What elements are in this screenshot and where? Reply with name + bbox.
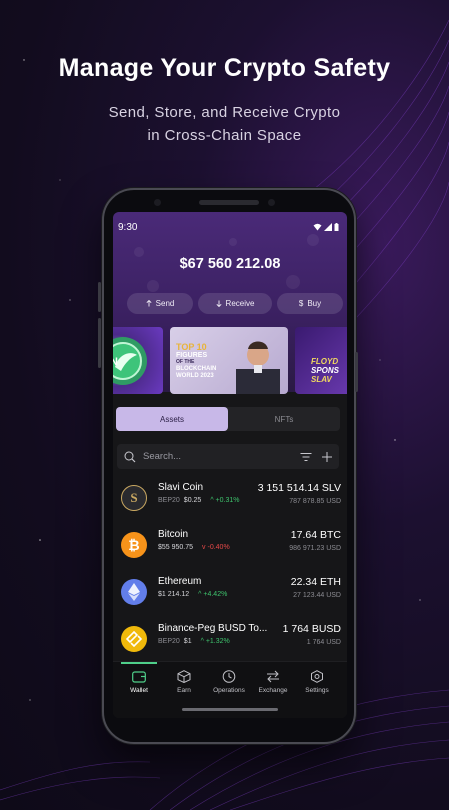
busd-icon [121, 626, 147, 652]
filter-icon[interactable] [300, 452, 312, 462]
asset-amount: 17.64 BTC [290, 529, 341, 541]
bottom-nav: Wallet Earn Operations Exchange Settings [113, 661, 347, 718]
slavi-coin-icon: S [121, 485, 147, 511]
wallet-actions: Send Receive $ Buy [127, 293, 343, 314]
search-bar[interactable]: Search... [117, 444, 339, 469]
buy-button[interactable]: $ Buy [277, 293, 343, 314]
asset-name: Slavi Coin [158, 482, 204, 493]
asset-meta: $1 214.12 ^ +4.42% [158, 591, 227, 598]
asset-price: $55 950.75 [158, 544, 194, 551]
search-icon [124, 451, 136, 462]
asset-amount: 1 764 BUSD [282, 623, 341, 635]
app-screen: 9:30 $67 560 212.08 Send Receive $ Buy N… [113, 212, 347, 718]
promo-banner-floyd[interactable]: FLOYD SPONS SLAV [295, 327, 347, 394]
promo-headline: Manage Your Crypto Safety [58, 54, 391, 82]
dollar-icon: $ [298, 299, 304, 308]
nav-operations[interactable]: Operations [207, 670, 251, 694]
receive-button[interactable]: Receive [198, 293, 272, 314]
nav-settings[interactable]: Settings [295, 670, 339, 694]
bitcoin-icon: ₿ [121, 532, 147, 558]
front-camera [154, 199, 161, 206]
tab-assets[interactable]: Assets [116, 407, 228, 431]
phone-side-button [98, 282, 101, 312]
asset-meta: $55 950.75 v -0.40% [158, 544, 230, 551]
asset-amount: 22.34 ETH [290, 576, 341, 588]
front-sensor [268, 199, 275, 206]
add-icon[interactable] [322, 451, 332, 462]
slavi-coin-3d-icon: IN [113, 337, 147, 385]
floyd-text: FLOYD SPONS SLAV [311, 357, 339, 384]
assets-nfts-toggle: Assets NFTs [116, 407, 340, 431]
asset-usd-value: 787 878.85 USD [289, 498, 341, 505]
status-icons [313, 223, 339, 231]
asset-network: BEP20 [158, 638, 180, 645]
nav-settings-label: Settings [305, 687, 329, 694]
active-tab-indicator [121, 662, 157, 664]
asset-usd-value: 1 764 USD [306, 639, 341, 646]
ethereum-icon [121, 579, 147, 605]
asset-name: Bitcoin [158, 529, 189, 540]
arrow-up-icon [146, 300, 152, 307]
nav-exchange-label: Exchange [258, 687, 288, 694]
asset-network: BEP20 [158, 497, 180, 504]
promo-banner-top10[interactable]: TOP 10 FIGURES OF THE BLOCKCHAIN WORLD 2… [170, 327, 288, 394]
asset-amount: 3 151 514.14 SLV [257, 482, 341, 494]
asset-change: ^ +0.31% [210, 497, 240, 504]
promo-subline-1: Send, Store, and Receive Crypto [108, 104, 341, 121]
asset-row[interactable]: Binance-Peg BUSD To... BEP20 $1 ^ +1.32%… [121, 621, 341, 655]
promo-subline-2: in Cross-Chain Space [147, 127, 302, 144]
nav-operations-label: Operations [213, 687, 245, 694]
asset-name: Binance-Peg BUSD To... [158, 623, 268, 634]
asset-usd-value: 986 971.23 USD [289, 545, 341, 552]
home-indicator [182, 708, 278, 711]
wifi-icon [313, 223, 322, 231]
exchange-icon [267, 670, 279, 683]
nav-earn-label: Earn [177, 687, 191, 694]
send-button[interactable]: Send [127, 293, 193, 314]
buy-label: Buy [307, 299, 322, 308]
floyd-line1: FLOYD [311, 357, 339, 366]
arrow-down-icon [216, 300, 222, 307]
floyd-line3: SLAV [311, 375, 332, 384]
nav-wallet[interactable]: Wallet [117, 670, 161, 694]
total-balance: $67 560 212.08 [179, 256, 281, 272]
nav-earn[interactable]: Earn [162, 670, 206, 694]
gear-icon [311, 670, 323, 683]
phone-side-button [355, 352, 358, 392]
asset-change: v -0.40% [202, 544, 230, 551]
status-time: 9:30 [118, 222, 138, 233]
search-input[interactable]: Search... [143, 451, 300, 462]
asset-row[interactable]: S Slavi Coin BEP20 $0.25 ^ +0.31% 3 151 … [121, 480, 341, 514]
signal-icon [324, 223, 332, 231]
asset-row[interactable]: Ethereum $1 214.12 ^ +4.42% 22.34 ETH 27… [121, 574, 341, 608]
promo-subline: Send, Store, and Receive Crypto in Cross… [0, 101, 449, 147]
asset-price: $0.25 [183, 497, 202, 504]
asset-name: Ethereum [158, 576, 202, 587]
speaker-grille [199, 200, 259, 205]
cube-icon [177, 670, 191, 683]
speaker-photo [236, 341, 280, 394]
phone-side-button [98, 318, 101, 368]
asset-change: ^ +4.42% [198, 591, 228, 598]
send-label: Send [155, 299, 175, 308]
asset-meta: BEP20 $0.25 ^ +0.31% [158, 497, 240, 504]
nav-wallet-label: Wallet [130, 687, 148, 694]
asset-price: $1 [183, 638, 192, 645]
asset-row[interactable]: ₿ Bitcoin $55 950.75 v -0.40% 17.64 BTC … [121, 527, 341, 561]
nav-exchange[interactable]: Exchange [251, 670, 295, 694]
floyd-line2: SPONS [311, 366, 340, 375]
tab-nfts[interactable]: NFTs [228, 407, 340, 431]
asset-usd-value: 27 123.44 USD [293, 592, 341, 599]
promo-banner-carousel[interactable]: IN TOP 10 FIGURES OF THE BLOCKCHAIN WORL… [113, 327, 347, 394]
battery-icon [334, 223, 339, 231]
asset-price: $1 214.12 [158, 591, 190, 598]
svg-text:IN: IN [113, 356, 118, 368]
asset-meta: BEP20 $1 ^ +1.32% [158, 638, 230, 645]
wallet-header: 9:30 $67 560 212.08 Send Receive $ Buy N… [113, 212, 347, 394]
wallet-icon [132, 671, 146, 683]
asset-change: ^ +1.32% [200, 638, 230, 645]
clock-icon [222, 670, 236, 683]
receive-label: Receive [225, 299, 255, 308]
promo-banner-slavi[interactable]: IN [113, 327, 163, 394]
